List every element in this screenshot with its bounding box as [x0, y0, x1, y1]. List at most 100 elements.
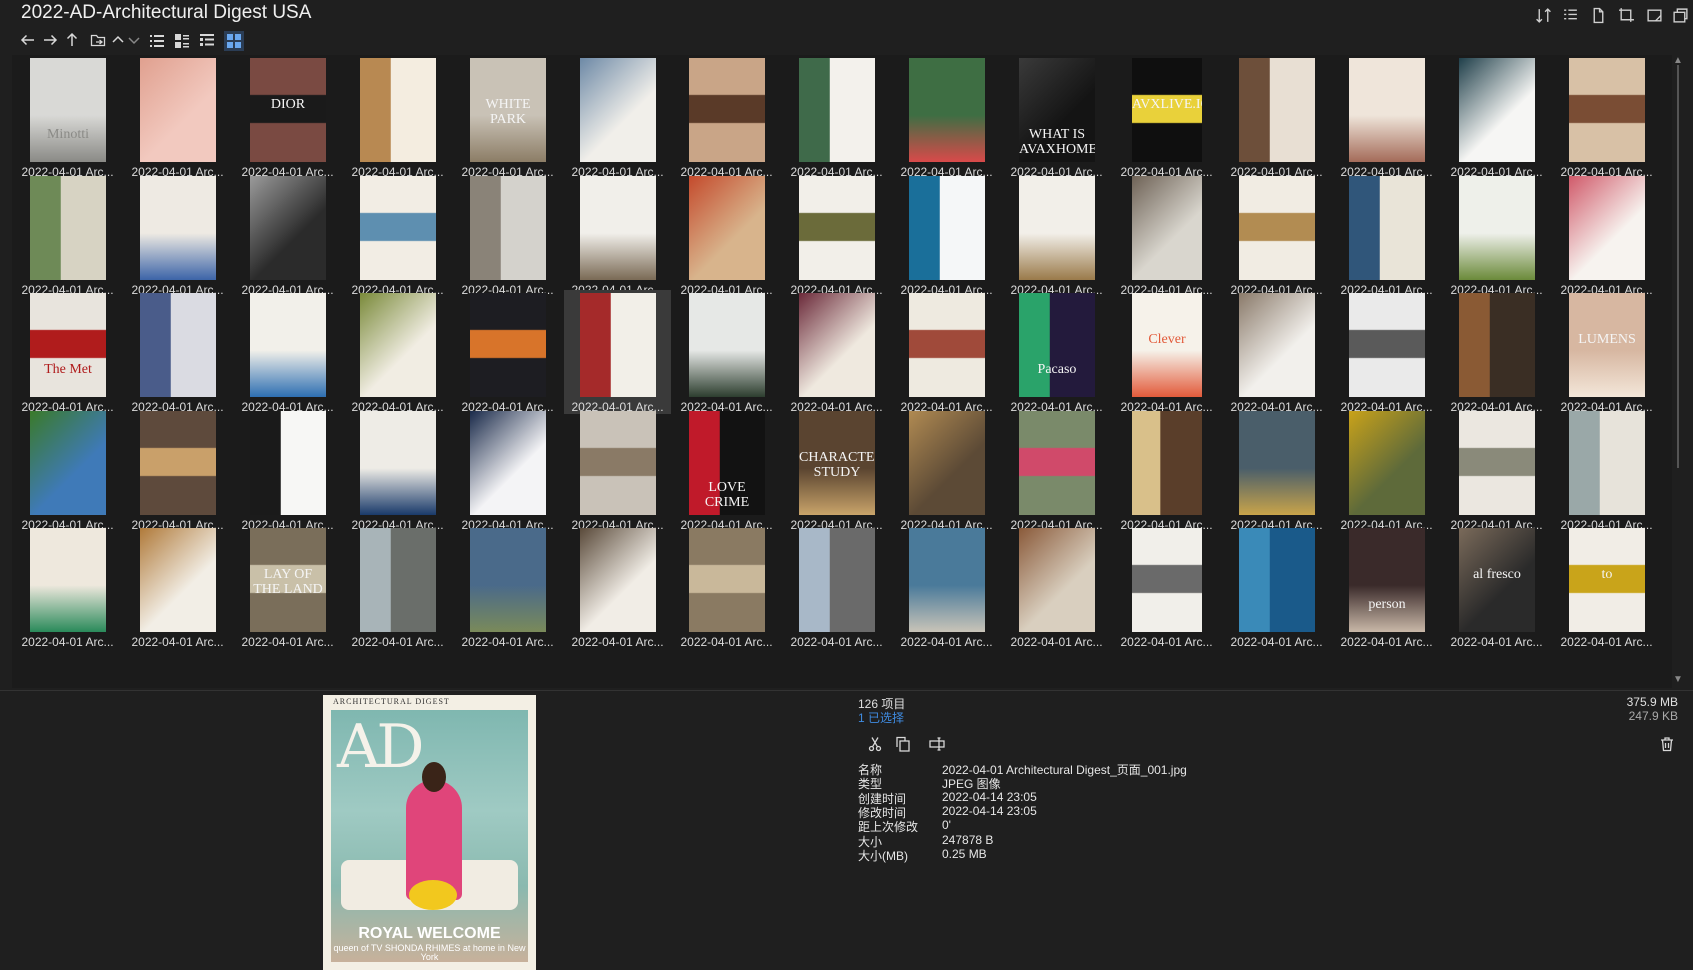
thumbnail-item[interactable]: 2022-04-01 Arc...: [454, 173, 561, 297]
thumbnail-item[interactable]: 2022-04-01 Arc...: [1223, 408, 1330, 532]
thumbnail-item[interactable]: 2022-04-01 Arc...: [893, 55, 1000, 179]
thumbnail-item[interactable]: WHITE PARK 2022-04-01 Arc...: [454, 55, 561, 179]
thumbnail-item[interactable]: 2022-04-01 Arc...: [1003, 173, 1110, 297]
thumbnail-item[interactable]: 2022-04-01 Arc...: [783, 55, 890, 179]
thumbnail-item[interactable]: 2022-04-01 Arc...: [454, 290, 561, 414]
thumbnail-item[interactable]: 2022-04-01 Arc...: [1333, 55, 1440, 179]
thumbnail-item[interactable]: LOVE CRIME 2022-04-01 Arc...: [673, 408, 780, 532]
trash-icon[interactable]: [1656, 734, 1678, 754]
rename-icon[interactable]: [926, 734, 948, 754]
thumbnail-item[interactable]: AVXLIVE.ICU2022-04-01 Arc...: [1113, 55, 1220, 179]
thumbnail-item[interactable]: 2022-04-01 Arc...: [234, 408, 341, 532]
thumbnail-item[interactable]: 2022-04-01 Arc...: [783, 173, 890, 297]
thumbnail-item[interactable]: 2022-04-01 Arc...: [234, 173, 341, 297]
thumbnail-item[interactable]: 2022-04-01 Arc...: [564, 290, 671, 414]
copy-window-icon[interactable]: [1671, 6, 1689, 24]
thumbnail-item[interactable]: Clever 2022-04-01 Arc...: [1113, 290, 1220, 414]
thumbnail-item[interactable]: 2022-04-01 Arc...: [344, 525, 451, 649]
thumbnail-item[interactable]: 2022-04-01 Arc...: [1553, 408, 1660, 532]
thumbnail-item[interactable]: WHAT IS AVAXHOME? 2022-04-01 Arc...: [1003, 55, 1110, 179]
thumbnail-item[interactable]: 2022-04-01 Arc...: [14, 525, 121, 649]
thumbnail-item[interactable]: 2022-04-01 Arc...: [1443, 173, 1550, 297]
thumbnail-image: [909, 293, 985, 397]
list-view-icon[interactable]: [147, 31, 167, 51]
thumbnail-item[interactable]: 2022-04-01 Arc...: [124, 525, 231, 649]
thumbnail-item[interactable]: 2022-04-01 Arc...: [124, 173, 231, 297]
thumbnail-item[interactable]: al fresco 2022-04-01 Arc...: [1443, 525, 1550, 649]
thumbnail-item[interactable]: 2022-04-01 Arc...: [1333, 173, 1440, 297]
copy-icon[interactable]: [892, 734, 914, 754]
thumbnail-item[interactable]: 2022-04-01 Arc...: [1223, 290, 1330, 414]
thumbnail-item[interactable]: 2022-04-01 Arc...: [1223, 525, 1330, 649]
thumbnail-view-icon[interactable]: [224, 31, 244, 51]
thumbnail-item[interactable]: 2022-04-01 Arc...: [344, 55, 451, 179]
scroll-down-icon[interactable]: ▼: [1672, 674, 1684, 686]
thumbnail-item[interactable]: LUMENS 2022-04-01 Arc...: [1553, 290, 1660, 414]
thumbnail-item[interactable]: Pacaso 2022-04-01 Arc...: [1003, 290, 1110, 414]
thumbnail-item[interactable]: 2022-04-01 Arc...: [783, 290, 890, 414]
thumbnail-item[interactable]: CHARACTER STUDY2022-04-01 Arc...: [783, 408, 890, 532]
thumbnail-item[interactable]: 2022-04-01 Arc...: [1553, 173, 1660, 297]
thumbnail-item[interactable]: 2022-04-01 Arc...: [783, 525, 890, 649]
thumbnail-artwork: [250, 411, 326, 515]
sort-icon[interactable]: [1534, 6, 1552, 24]
thumbnail-item[interactable]: 2022-04-01 Arc...: [1113, 408, 1220, 532]
thumbnail-item[interactable]: 2022-04-01 Arc...: [14, 408, 121, 532]
thumbnail-item[interactable]: 2022-04-01 Arc...: [564, 55, 671, 179]
thumbnail-item[interactable]: 2022-04-01 Arc...: [344, 290, 451, 414]
thumbnail-item[interactable]: 2022-04-01 Arc...: [454, 408, 561, 532]
thumbnail-item[interactable]: 2022-04-01 Arc...: [564, 525, 671, 649]
thumbnail-item[interactable]: 2022-04-01 Arc...: [1443, 408, 1550, 532]
thumbnail-item[interactable]: Minotti 2022-04-01 Arc...: [14, 55, 121, 179]
thumbnail-item[interactable]: 2022-04-01 Arc...: [893, 173, 1000, 297]
thumbnail-item[interactable]: 2022-04-01 Arc...: [344, 408, 451, 532]
up-icon[interactable]: [62, 30, 82, 50]
thumbnail-item[interactable]: 2022-04-01 Arc...: [564, 173, 671, 297]
tiles-view-icon[interactable]: [197, 31, 217, 51]
expand-icon[interactable]: [124, 30, 144, 50]
thumbnail-item[interactable]: to 2022-04-01 Arc...: [1553, 525, 1660, 649]
thumbnail-item[interactable]: 2022-04-01 Arc...: [893, 525, 1000, 649]
window-icon[interactable]: [1645, 6, 1663, 24]
crop-icon[interactable]: [1617, 6, 1635, 24]
thumbnail-item[interactable]: 2022-04-01 Arc...: [673, 55, 780, 179]
thumbnail-item[interactable]: 2022-04-01 Arc...: [454, 525, 561, 649]
thumbnail-item[interactable]: The Met 2022-04-01 Arc...: [14, 290, 121, 414]
thumbnail-item[interactable]: LAY OF THE LAND 2022-04-01 Arc...: [234, 525, 341, 649]
selected-count: 1 已选择: [858, 711, 905, 725]
thumbnail-item[interactable]: 2022-04-01 Arc...: [564, 408, 671, 532]
vertical-scrollbar[interactable]: [1675, 65, 1681, 468]
thumbnail-item[interactable]: 2022-04-01 Arc...: [14, 173, 121, 297]
thumbnail-item[interactable]: 2022-04-01 Arc...: [1553, 55, 1660, 179]
thumbnail-item[interactable]: 2022-04-01 Arc...: [673, 290, 780, 414]
thumbnail-item[interactable]: 2022-04-01 Arc...: [1003, 408, 1110, 532]
thumbnail-item[interactable]: 2022-04-01 Arc...: [673, 173, 780, 297]
thumbnail-item[interactable]: 2022-04-01 Arc...: [1333, 408, 1440, 532]
thumbnail-item[interactable]: 2022-04-01 Arc...: [1223, 55, 1330, 179]
thumbnail-item[interactable]: person 2022-04-01 Arc...: [1333, 525, 1440, 649]
thumbnail-item[interactable]: 2022-04-01 Arc...: [1223, 173, 1330, 297]
thumbnail-item[interactable]: 2022-04-01 Arc...: [124, 55, 231, 179]
thumbnail-item[interactable]: 2022-04-01 Arc...: [1443, 290, 1550, 414]
back-icon[interactable]: [18, 30, 38, 50]
thumbnail-item[interactable]: 2022-04-01 Arc...: [124, 290, 231, 414]
thumbnail-item[interactable]: 2022-04-01 Arc...: [234, 290, 341, 414]
thumbnail-item[interactable]: 2022-04-01 Arc...: [1333, 290, 1440, 414]
thumbnail-item[interactable]: 2022-04-01 Arc...: [124, 408, 231, 532]
details-view-icon[interactable]: [172, 31, 192, 51]
panel-divider[interactable]: [0, 690, 1693, 691]
folder-icon[interactable]: [88, 30, 108, 50]
thumbnail-item[interactable]: 2022-04-01 Arc...: [1113, 525, 1220, 649]
thumbnail-item[interactable]: 2022-04-01 Arc...: [893, 408, 1000, 532]
forward-icon[interactable]: [40, 30, 60, 50]
thumbnail-item[interactable]: 2022-04-01 Arc...: [344, 173, 451, 297]
details-list-icon[interactable]: [1561, 6, 1579, 24]
thumbnail-item[interactable]: 2022-04-01 Arc...: [1003, 525, 1110, 649]
thumbnail-item[interactable]: 2022-04-01 Arc...: [893, 290, 1000, 414]
thumbnail-item[interactable]: 2022-04-01 Arc...: [1113, 173, 1220, 297]
thumbnail-item[interactable]: DIOR 2022-04-01 Arc...: [234, 55, 341, 179]
thumbnail-item[interactable]: 2022-04-01 Arc...: [673, 525, 780, 649]
cut-icon[interactable]: [864, 734, 886, 754]
thumbnail-item[interactable]: 2022-04-01 Arc...: [1443, 55, 1550, 179]
new-file-icon[interactable]: [1589, 6, 1607, 24]
